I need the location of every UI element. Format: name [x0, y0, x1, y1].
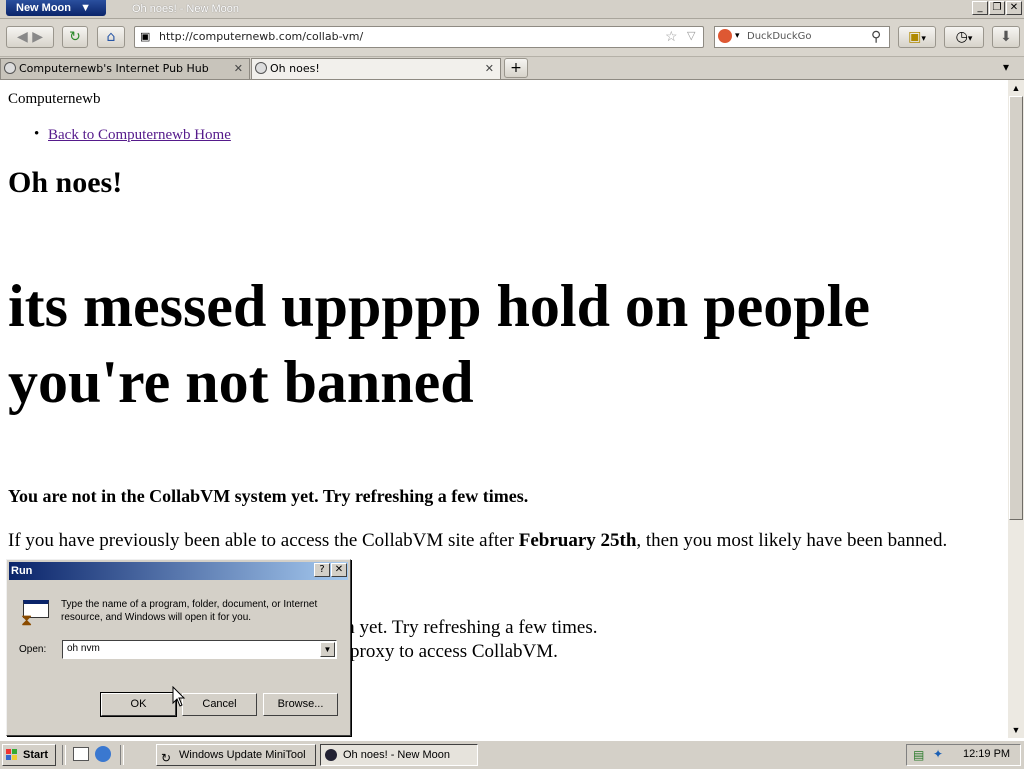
show-desktop-icon[interactable]	[73, 747, 89, 761]
url-bar[interactable]: ▣ http://computernewb.com/collab-vm/ ☆ ▽	[134, 26, 704, 48]
banned-date: February 25th	[518, 530, 637, 551]
task-new-moon[interactable]: Oh noes! - New Moon	[320, 744, 478, 766]
tab-strip: Computernewb's Internet Pub Hub ✕ Oh noe…	[0, 57, 1024, 80]
clock[interactable]: 12:19 PM	[963, 748, 1010, 760]
site-name: Computernewb	[8, 91, 101, 107]
home-link[interactable]: Back to Computernewb Home	[48, 127, 231, 144]
taskbar: Start ↻ Windows Update MiniTool Oh noes!…	[0, 740, 1024, 769]
tab-label: Oh noes!	[270, 62, 320, 75]
app-menu-button[interactable]: New Moon ▼	[6, 0, 106, 16]
start-button[interactable]: Start	[2, 744, 56, 766]
duckduckgo-icon[interactable]	[718, 29, 732, 43]
new-tab-button[interactable]: +	[504, 58, 528, 78]
site-identity-icon[interactable]: ▣	[140, 30, 150, 43]
system-tray: ▤ ✦ 12:19 PM	[906, 744, 1021, 766]
task-label: Windows Update MiniTool	[179, 749, 306, 761]
tab-favicon-icon	[255, 62, 267, 74]
hidden-text-line-1: m yet. Try refreshing a few times.	[340, 617, 598, 638]
bookmarks-icon: ▣	[908, 29, 922, 45]
quick-launch-browser-icon[interactable]	[95, 746, 111, 762]
cancel-button[interactable]: Cancel	[182, 693, 257, 716]
task-label: Oh noes! - New Moon	[343, 749, 450, 761]
reload-button[interactable]: ↻	[62, 26, 88, 48]
tab-oh-noes[interactable]: Oh noes! ✕	[251, 58, 501, 79]
tab-favicon-icon	[4, 62, 16, 74]
forward-icon[interactable]: ▶	[32, 29, 43, 45]
banned-paragraph: If you have previously been able to acce…	[8, 530, 947, 552]
window-title: Oh noes! - New Moon	[132, 3, 239, 15]
tab-label: Computernewb's Internet Pub Hub	[19, 62, 209, 75]
help-button[interactable]: ?	[314, 563, 330, 577]
task-windows-update-minitool[interactable]: ↻ Windows Update MiniTool	[156, 744, 316, 766]
network-icon[interactable]: ▤	[913, 748, 924, 762]
history-icon: ◷	[955, 29, 968, 45]
minimize-button[interactable]: _	[972, 1, 988, 15]
ok-button[interactable]: OK	[100, 692, 177, 717]
page-heading: Oh noes!	[8, 166, 123, 199]
search-bar[interactable]: ▾ DuckDuckGo ⚲	[714, 26, 890, 48]
scrollbar-thumb[interactable]	[1009, 96, 1023, 520]
close-window-button[interactable]: ✕	[1006, 1, 1022, 15]
url-dropdown-icon[interactable]: ▽	[687, 29, 695, 42]
tab-pub-hub[interactable]: Computernewb's Internet Pub Hub ✕	[0, 58, 250, 79]
scroll-down-icon[interactable]: ▼	[1008, 722, 1024, 738]
tab-close-icon[interactable]: ✕	[485, 59, 494, 78]
taskbar-divider	[62, 745, 66, 765]
restore-button[interactable]: ❐	[989, 1, 1005, 15]
open-input-value[interactable]: oh nvm	[67, 643, 100, 654]
home-icon: ⌂	[106, 29, 116, 45]
download-icon: ⬇	[1000, 29, 1012, 45]
run-dialog-title: Run	[11, 565, 33, 577]
run-description: Type the name of a program, folder, docu…	[61, 599, 318, 623]
run-dialog: Run ? ✕ ⧗ Type the name of a program, fo…	[6, 559, 351, 736]
update-shield-icon[interactable]: ✦	[933, 747, 943, 761]
url-text[interactable]: http://computernewb.com/collab-vm/	[159, 30, 363, 43]
reload-icon: ↻	[69, 29, 81, 45]
chevron-down-icon: ▼	[80, 2, 91, 14]
banned-text-suffix: , then you most likely have been banned.	[636, 530, 948, 551]
window-titlebar: New Moon ▼ Oh noes! - New Moon _ ❐ ✕	[0, 0, 1024, 19]
bookmarks-button[interactable]: ▣▾	[898, 26, 936, 48]
open-label: Open:	[19, 644, 47, 655]
bold-notice: You are not in the CollabVM system yet. …	[8, 486, 529, 506]
hidden-text-line-2: proxy to access CollabVM.	[350, 641, 558, 662]
update-icon: ↻	[161, 751, 172, 765]
big-message-line-2: you're not banned	[8, 349, 474, 415]
bookmark-star-icon[interactable]: ☆	[665, 28, 678, 45]
engine-dropdown-icon[interactable]: ▾	[735, 30, 740, 41]
app-menu-label: New Moon	[16, 2, 71, 14]
search-icon[interactable]: ⚲	[871, 28, 881, 45]
windows-logo-icon	[6, 749, 18, 761]
start-label: Start	[23, 749, 49, 761]
tab-list-icon[interactable]: ▾	[1003, 60, 1009, 74]
mouse-cursor-icon	[172, 686, 186, 707]
close-dialog-button[interactable]: ✕	[331, 563, 347, 577]
navigation-toolbar: ◀ ▶ ↻ ⌂ ▣ http://computernewb.com/collab…	[0, 19, 1024, 57]
new-moon-icon	[325, 749, 337, 761]
search-engine-placeholder[interactable]: DuckDuckGo	[747, 31, 812, 42]
taskbar-divider	[120, 745, 124, 765]
run-program-icon: ⧗	[19, 598, 51, 630]
run-dialog-titlebar: Run	[9, 562, 348, 580]
home-button[interactable]: ⌂	[97, 26, 125, 48]
history-button[interactable]: ◷▾	[944, 26, 984, 48]
browse-button[interactable]: Browse...	[263, 693, 338, 716]
list-bullet: •	[34, 126, 40, 142]
scroll-up-icon[interactable]: ▲	[1008, 80, 1024, 96]
downloads-button[interactable]: ⬇	[992, 26, 1020, 48]
combobox-dropdown-icon[interactable]: ▼	[320, 642, 335, 657]
back-icon[interactable]: ◀	[17, 29, 28, 45]
open-combobox[interactable]: oh nvm ▼	[62, 640, 337, 659]
big-message-line-1: its messed uppppp hold on people	[8, 273, 870, 339]
plus-icon: +	[510, 60, 522, 76]
banned-text-prefix: If you have previously been able to acce…	[8, 530, 519, 551]
back-forward-buttons[interactable]: ◀ ▶	[6, 26, 54, 48]
tab-close-icon[interactable]: ✕	[234, 59, 243, 78]
